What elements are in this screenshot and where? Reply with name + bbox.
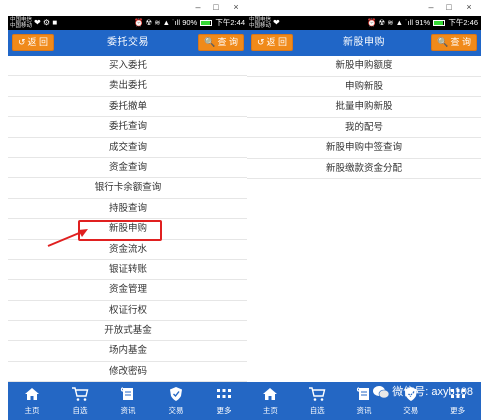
search-button[interactable]: 🔍 查 询 — [431, 34, 477, 51]
menu-item[interactable]: 持股查询 — [8, 198, 248, 220]
status-right-group: ⏰ ☢ ≋ ▲ ˙ıll 90% 下午2:44 — [134, 18, 245, 28]
battery-percent: 91% — [415, 18, 431, 27]
battery-icon — [433, 20, 446, 27]
carrier-bottom: 中国移动 — [10, 23, 33, 29]
bottom-tab-bar: 主页 自选 资讯 交易 更多 — [8, 382, 248, 420]
tab-label: 更多 — [450, 406, 466, 415]
tab-label: 主页 — [262, 406, 278, 415]
search-icon: 🔍 — [437, 37, 449, 47]
tab-shield[interactable]: 交易 — [152, 382, 200, 420]
cart-icon — [294, 386, 341, 406]
window-titlebar: – □ × — [247, 0, 481, 16]
menu-item[interactable]: 银证转账 — [8, 259, 248, 281]
status-bar: 中国电信 中国移动 ❤ ⏰ ☢ ≋ ▲ ˙ıll 91% 下午2:46 — [247, 16, 481, 30]
wechat-icon — [373, 386, 390, 399]
tab-label: 资讯 — [356, 406, 372, 415]
menu-item[interactable]: 权证行权 — [8, 300, 248, 322]
carrier-label: 中国电信 中国移动 — [249, 17, 271, 29]
menu-item[interactable]: 买入委托 — [8, 56, 248, 77]
battery-percent: 90% — [182, 18, 198, 27]
tab-label: 更多 — [216, 406, 232, 415]
tab-label: 交易 — [403, 406, 419, 415]
menu-item[interactable]: 场内基金 — [8, 341, 248, 362]
battery-icon — [200, 20, 213, 27]
home-icon — [8, 386, 56, 406]
tab-home[interactable]: 主页 — [8, 382, 56, 420]
menu-item[interactable]: 成交查询 — [8, 137, 248, 158]
right-phone-screen: – □ × 中国电信 中国移动 ❤ ⏰ ☢ ≋ ▲ ˙ıll 91% 下午2:4… — [247, 0, 481, 420]
minimize-button[interactable]: – — [192, 2, 204, 12]
menu-item[interactable]: 资金查询 — [8, 157, 248, 179]
notification-icons: ❤ ⚙ ■ — [34, 18, 58, 27]
search-label: 查 询 — [217, 37, 238, 47]
tab-news[interactable]: 资讯 — [104, 382, 152, 420]
menu-item[interactable]: 我的配号 — [247, 117, 481, 138]
news-icon — [104, 386, 152, 406]
tab-cart[interactable]: 自选 — [294, 382, 341, 420]
tab-home[interactable]: 主页 — [247, 382, 294, 420]
menu-item[interactable]: 新股申购中签查询 — [247, 138, 481, 159]
tab-label: 交易 — [168, 406, 184, 415]
grid-icon — [200, 386, 248, 406]
status-bar: 中国电信 中国移动 ❤ ⚙ ■ ⏰ ☢ ≋ ▲ ˙ıll 90% 下午2:44 — [8, 16, 248, 30]
notification-icons: ❤ — [273, 18, 280, 27]
status-right-group: ⏰ ☢ ≋ ▲ ˙ıll 91% 下午2:46 — [367, 18, 478, 28]
tab-label: 主页 — [24, 406, 40, 415]
app-header: ↺ 返 回 委托交易 🔍 查 询 — [8, 30, 248, 56]
tab-cart[interactable]: 自选 — [56, 382, 104, 420]
carrier-bottom: 中国移动 — [249, 23, 272, 29]
menu-item[interactable]: 委托撤单 — [8, 96, 248, 118]
annotation-arrow-icon — [47, 229, 88, 247]
menu-item[interactable]: 修改密码 — [8, 361, 248, 383]
tab-label: 自选 — [309, 406, 325, 415]
status-time: 下午2:46 — [448, 18, 478, 27]
ipo-menu-list: 新股申购额度 申购新股 批量申购新股 我的配号 新股申购中签查询 新股缴款资金分配 — [247, 56, 481, 179]
status-icons: ⏰ ☢ ≋ ▲ ˙ıll — [134, 18, 181, 27]
menu-item[interactable]: 卖出委托 — [8, 76, 248, 97]
maximize-button[interactable]: □ — [443, 2, 455, 12]
wechat-watermark: 微信号: axyb108 — [373, 382, 473, 402]
menu-item[interactable]: 批量申购新股 — [247, 97, 481, 118]
search-button[interactable]: 🔍 查 询 — [198, 34, 244, 51]
close-button[interactable]: × — [463, 2, 475, 12]
menu-item[interactable]: 新股申购额度 — [247, 56, 481, 77]
left-phone-screen: – □ × 中国电信 中国移动 ❤ ⚙ ■ ⏰ ☢ ≋ ▲ ˙ıll 90% 下… — [8, 0, 248, 420]
home-icon — [247, 386, 294, 406]
watermark-text: 微信号: axyb108 — [392, 386, 473, 398]
carrier-label: 中国电信 中国移动 — [10, 17, 32, 29]
status-time: 下午2:44 — [215, 18, 245, 27]
menu-item[interactable]: 委托查询 — [8, 117, 248, 138]
search-icon: 🔍 — [204, 37, 216, 47]
app-header: ↺ 返 回 新股申购 🔍 查 询 — [247, 30, 481, 56]
tab-label: 资讯 — [120, 406, 136, 415]
shield-icon — [152, 386, 200, 406]
close-button[interactable]: × — [230, 2, 242, 12]
cart-icon — [56, 386, 104, 406]
status-icons: ⏰ ☢ ≋ ▲ ˙ıll — [367, 18, 414, 27]
minimize-button[interactable]: – — [425, 2, 437, 12]
tab-label: 自选 — [72, 406, 88, 415]
maximize-button[interactable]: □ — [210, 2, 222, 12]
menu-item[interactable]: 开放式基金 — [8, 321, 248, 342]
window-titlebar: – □ × — [8, 0, 248, 16]
menu-item[interactable]: 银行卡余额查询 — [8, 178, 248, 199]
menu-item[interactable]: 申购新股 — [247, 76, 481, 97]
menu-item[interactable]: 资金管理 — [8, 280, 248, 301]
tab-grid[interactable]: 更多 — [200, 382, 248, 420]
menu-item[interactable]: 新股缴款资金分配 — [247, 158, 481, 179]
search-label: 查 询 — [450, 37, 471, 47]
